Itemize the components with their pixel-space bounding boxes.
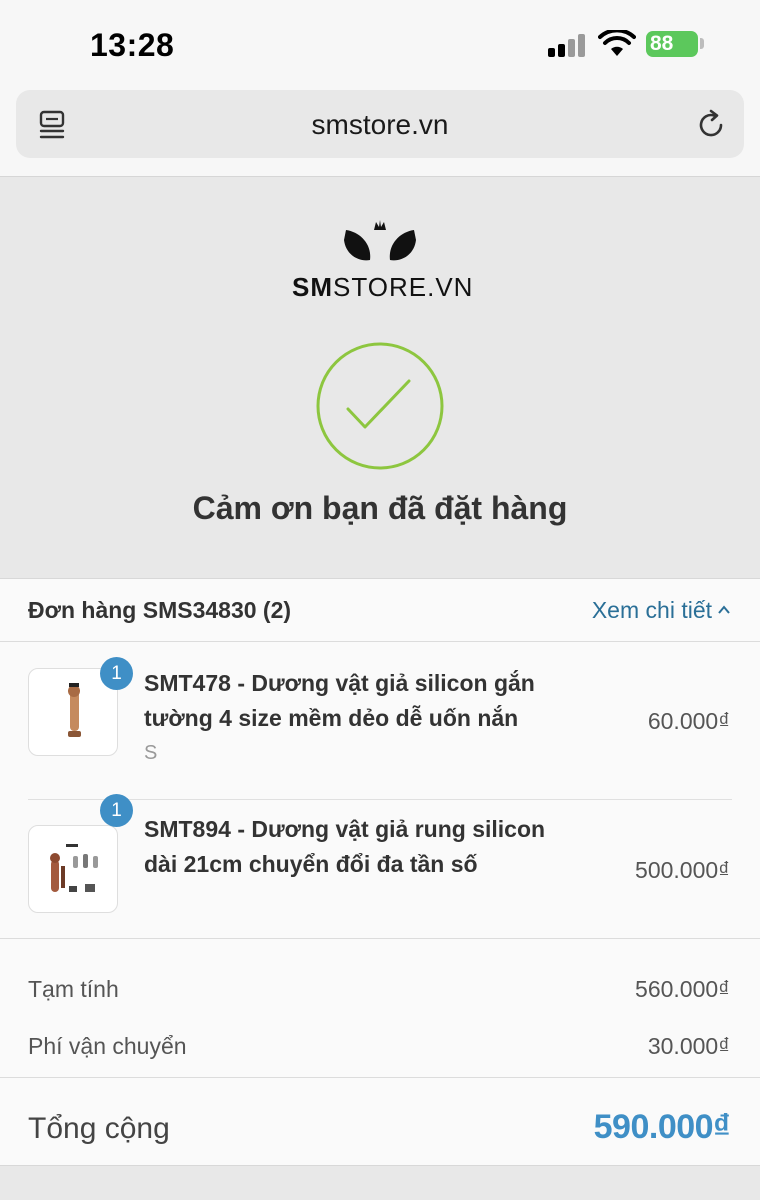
subtotal-label: Tạm tính: [28, 976, 119, 1002]
browser-toolbar: smstore.vn: [0, 90, 760, 177]
reload-icon[interactable]: [694, 108, 728, 142]
order-summary-card: Đơn hàng SMS34830 (2) Xem chi tiết 1 SMT…: [0, 578, 760, 1166]
item-name-line: SMT478 - Dương vật giả silicon gắn: [144, 670, 535, 696]
check-circle-icon: [316, 342, 444, 470]
view-details-label[interactable]: Xem chi tiết: [592, 597, 712, 623]
logo-text-bold: SM: [292, 272, 333, 302]
section-divider: [0, 1077, 760, 1078]
quantity-badge: 1: [100, 794, 133, 827]
item-price: 500.000₫: [635, 857, 730, 883]
section-divider: [0, 938, 760, 939]
subtotal-value: 560.000₫: [635, 976, 730, 1002]
item-name-line: dài 21cm chuyển đổi đa tần số: [144, 851, 478, 877]
shipping-label: Phí vận chuyển: [28, 1033, 187, 1059]
signal-icon: [548, 33, 588, 57]
product-thumbnail[interactable]: [28, 825, 118, 913]
list-item: 1 SMT894 - Dương vật giả rung silicon dà…: [0, 794, 760, 938]
url-text[interactable]: smstore.vn: [16, 90, 744, 158]
order-title: Đơn hàng SMS34830 (2): [28, 597, 292, 623]
item-name: SMT478 - Dương vật giả silicon gắn tường…: [144, 666, 584, 736]
status-bar: 13:28 88: [0, 0, 760, 90]
battery-icon: 88: [646, 31, 698, 57]
thank-you-heading: Cảm ơn bạn đã đặt hàng: [192, 490, 568, 526]
product-image: [50, 844, 98, 892]
item-variant: S: [144, 742, 158, 764]
view-details-link[interactable]: Xem chi tiết: [592, 597, 730, 624]
battery-tip: [700, 38, 704, 49]
logo-text: SMSTORE.VN: [292, 272, 472, 303]
list-item: 1 SMT478 - Dương vật giả silicon gắn tườ…: [0, 642, 760, 800]
logo-text-rest: STORE.VN: [333, 272, 474, 302]
order-header: Đơn hàng SMS34830 (2) Xem chi tiết: [0, 579, 760, 642]
chevron-up-icon[interactable]: [718, 604, 730, 616]
shipping-value: 30.000₫: [647, 1033, 730, 1059]
total-label: Tổng cộng: [28, 1112, 170, 1145]
quantity-badge: 1: [100, 657, 133, 690]
address-bar[interactable]: smstore.vn: [16, 90, 744, 158]
item-name-line: tường 4 size mềm dẻo dễ uốn nắn: [144, 705, 519, 731]
menu-icon[interactable]: [38, 110, 68, 140]
item-name-line: SMT894 - Dương vật giả rung silicon: [144, 816, 546, 842]
status-time: 13:28: [90, 27, 175, 63]
total-value: 590.000₫: [593, 1108, 731, 1146]
wifi-icon: [598, 30, 636, 56]
item-name: SMT894 - Dương vật giả rung silicon dài …: [144, 812, 584, 882]
battery-level: 88: [650, 32, 674, 55]
item-price: 60.000₫: [647, 708, 730, 734]
